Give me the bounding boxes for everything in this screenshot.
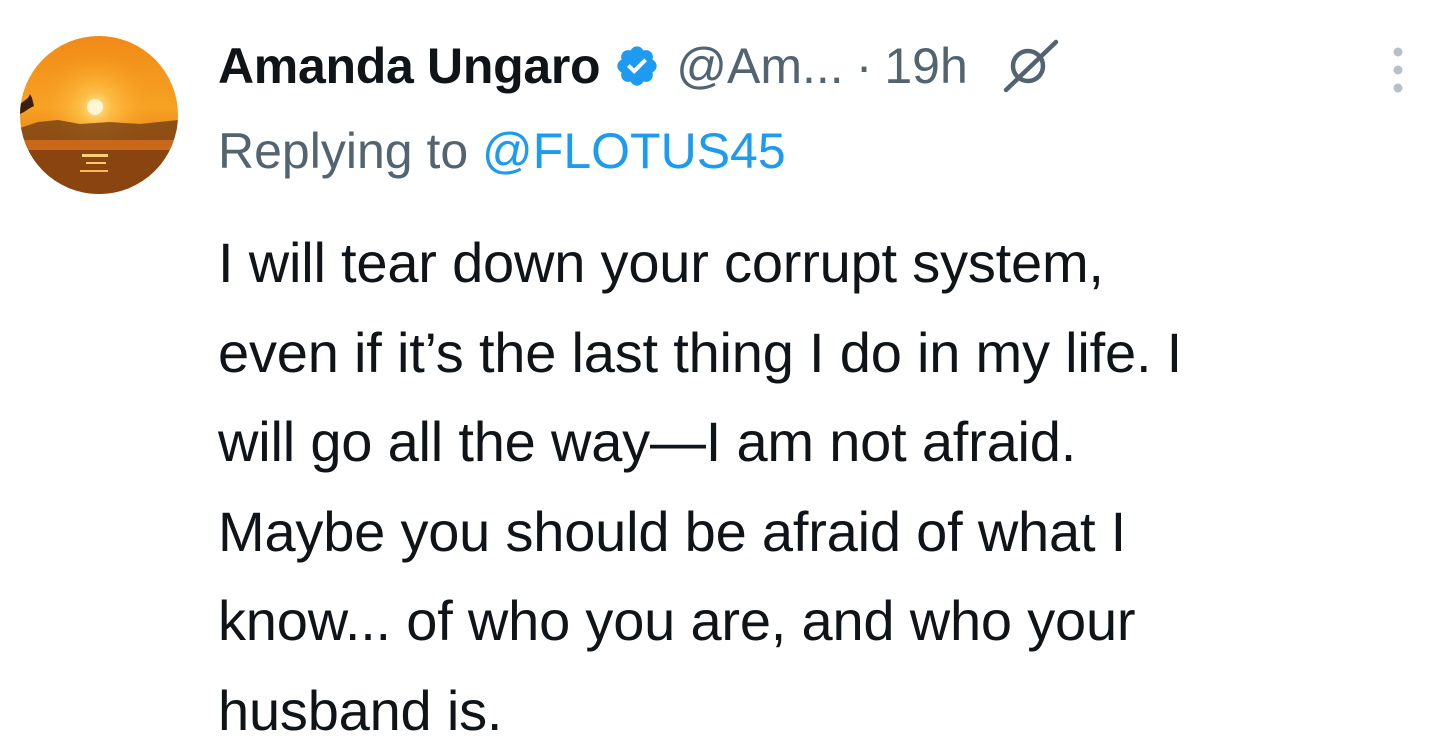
tweet[interactable]: Amanda Ungaro @Am... · 19h Replying to @… — [0, 0, 1456, 741]
display-name[interactable]: Amanda Ungaro — [218, 37, 600, 95]
replying-to-label: Replying to — [218, 123, 482, 179]
tweet-text-line: Maybe you should be afraid of what I — [218, 487, 1443, 577]
reply-handle-link[interactable]: @FLOTUS45 — [482, 123, 786, 179]
tweet-text-line: I will tear down your corrupt system, — [218, 218, 1443, 308]
tweet-header: Amanda Ungaro @Am... · 19h — [218, 22, 1062, 110]
replying-to: Replying to @FLOTUS45 — [218, 122, 786, 180]
user-handle[interactable]: @Am... — [676, 37, 843, 95]
tweet-text-line: know... of who you are, and who your — [218, 576, 1443, 666]
separator-dot: · — [856, 37, 873, 95]
tweet-text-line: even if it’s the last thing I do in my l… — [218, 308, 1443, 398]
tweet-text-line: will go all the way—I am not afraid. — [218, 397, 1443, 487]
more-options-icon[interactable] — [1384, 42, 1412, 98]
verified-badge-icon[interactable] — [614, 41, 664, 91]
tweet-text-line: husband is. — [218, 666, 1443, 755]
avatar[interactable] — [20, 36, 178, 194]
avatar-sunset-image — [20, 36, 178, 194]
edited-pencil-icon[interactable] — [998, 38, 1062, 94]
timestamp[interactable]: 19h — [884, 37, 967, 95]
tweet-text: I will tear down your corrupt system, ev… — [218, 218, 1443, 755]
